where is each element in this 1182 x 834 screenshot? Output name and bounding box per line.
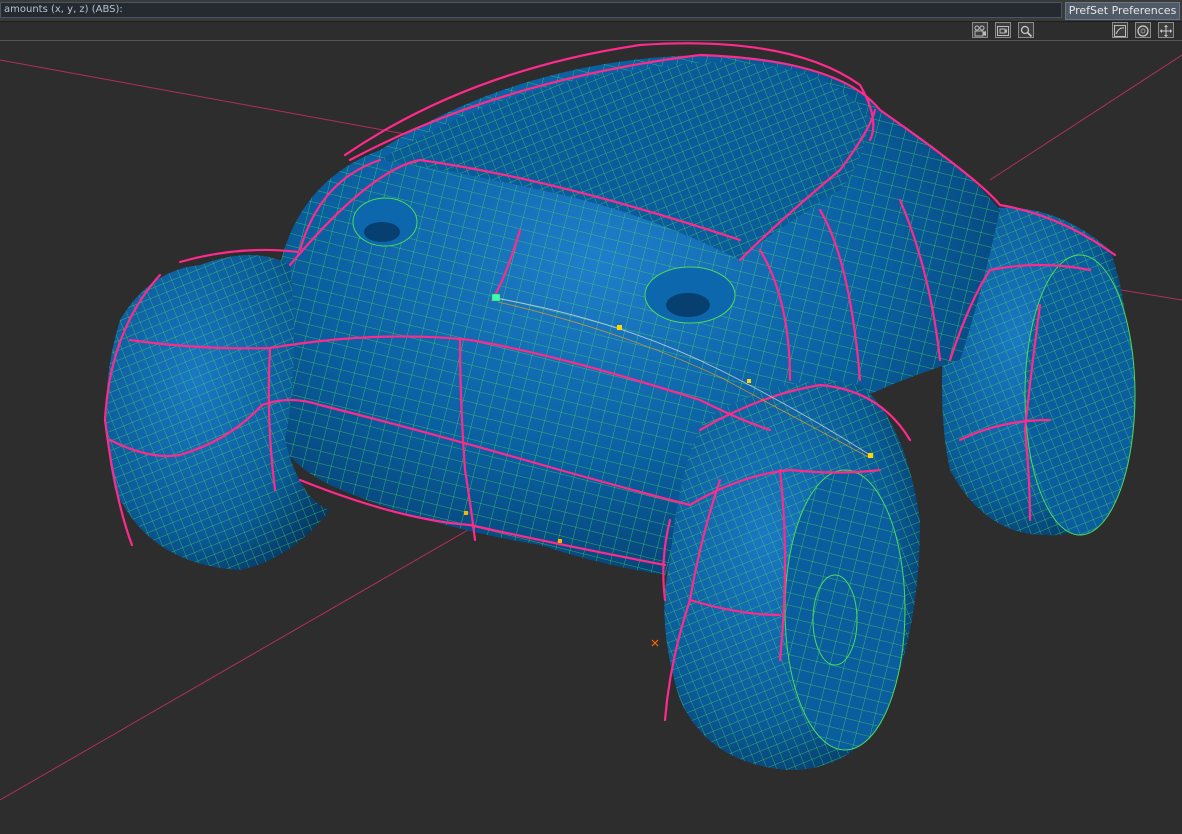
pan-move-icon[interactable] [1158, 22, 1174, 38]
pivot-marker [651, 639, 659, 647]
command-bar: amounts (x, y, z) (ABS): PrefSet Prefere… [0, 0, 1182, 22]
view-fit-icon[interactable] [1112, 22, 1128, 38]
prefset-preferences-button[interactable]: PrefSet Preferences [1065, 2, 1180, 20]
modeling-app: amounts (x, y, z) (ABS): PrefSet Prefere… [0, 0, 1182, 834]
command-prompt-field[interactable]: amounts (x, y, z) (ABS): [0, 2, 1062, 18]
camera-icon[interactable] [972, 22, 988, 38]
control-point [464, 511, 468, 515]
control-point [491, 293, 501, 302]
viewport-toolbar-right [1110, 22, 1180, 40]
command-prompt-text: amounts (x, y, z) (ABS): [4, 4, 123, 15]
control-point [868, 453, 873, 458]
viewport-canvas [0, 42, 1182, 801]
viewport-toolbar-left [972, 22, 1042, 40]
rotate-view-icon[interactable] [1135, 22, 1151, 38]
control-point [617, 325, 622, 330]
control-point [747, 379, 751, 383]
camera-frame-icon[interactable] [995, 22, 1011, 38]
front-wheel [664, 381, 920, 770]
zoom-magnifier-icon[interactable] [1018, 22, 1034, 38]
3d-viewport[interactable] [0, 41, 1182, 834]
control-point [558, 539, 562, 543]
